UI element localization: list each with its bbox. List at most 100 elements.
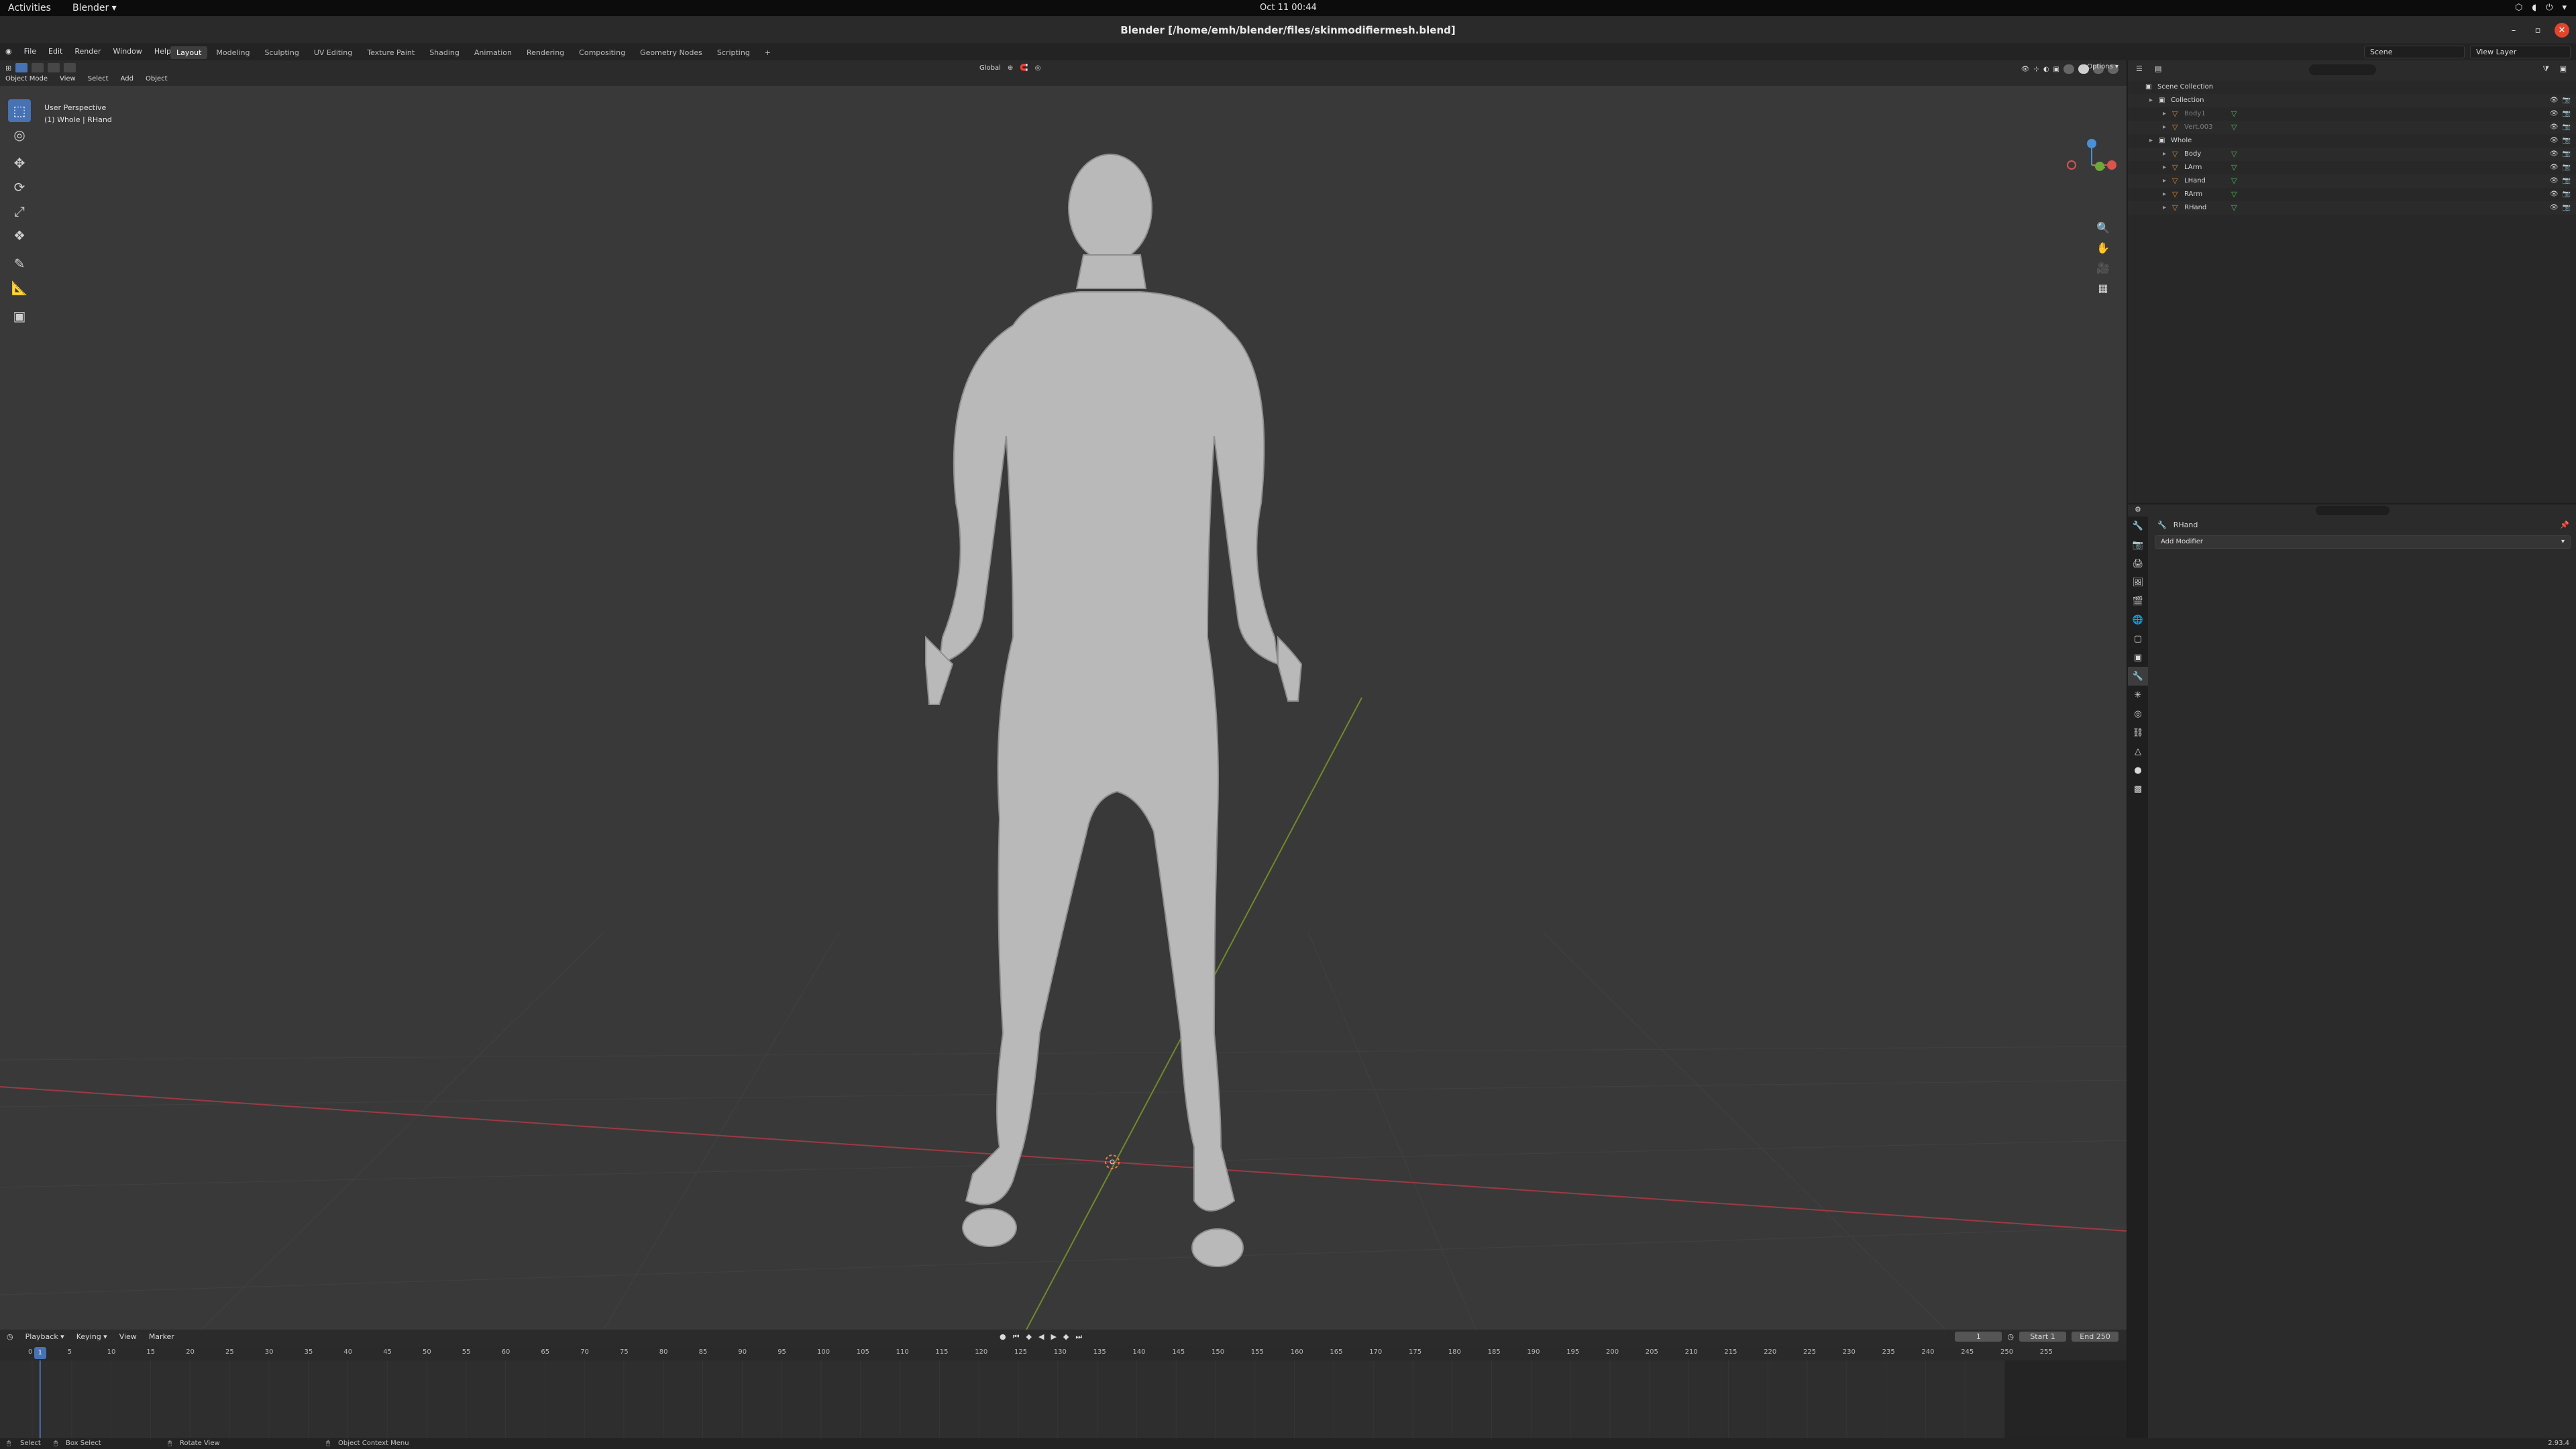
- options-dropdown[interactable]: Options ▾: [2087, 63, 2118, 70]
- ortho-grid-icon[interactable]: ▦: [2094, 279, 2112, 297]
- move-tool[interactable]: ✥: [8, 152, 31, 174]
- outliner-item-label[interactable]: Scene Collection: [2157, 80, 2213, 94]
- menu-file[interactable]: File: [24, 47, 36, 56]
- render-visibility-icon[interactable]: 📷: [2563, 188, 2571, 201]
- select-box-tool[interactable]: ⬚: [8, 99, 31, 122]
- viewport-menu-view[interactable]: View: [60, 75, 76, 83]
- measure-tool[interactable]: 📐: [8, 276, 31, 299]
- outliner-item-label[interactable]: Body1: [2184, 107, 2206, 121]
- menu-window[interactable]: Window: [113, 47, 142, 56]
- timeline-menu-marker[interactable]: Marker: [149, 1332, 174, 1341]
- tab-scripting[interactable]: Scripting: [711, 46, 756, 59]
- hide-viewport-icon[interactable]: 👁: [2550, 174, 2559, 188]
- new-collection-icon[interactable]: ▣: [2560, 64, 2567, 73]
- start-frame-field[interactable]: Start 1: [2019, 1332, 2066, 1342]
- timeline-menu-keying[interactable]: Keying ▾: [76, 1332, 107, 1341]
- tab-uv-editing[interactable]: UV Editing: [308, 46, 358, 59]
- tab-animation[interactable]: Animation: [468, 46, 518, 59]
- render-tab-icon[interactable]: 📷: [2128, 535, 2148, 554]
- tab-shading[interactable]: Shading: [423, 46, 466, 59]
- outliner[interactable]: ☰ ▤ ⧩ ▣ ▣ Scene Collection ▸ ▣ Collection 👁 📷 ▸…: [2128, 60, 2576, 503]
- outliner-row[interactable]: ▸ ▽ RArm ▽ 👁 📷: [2128, 188, 2576, 201]
- render-visibility-icon[interactable]: 📷: [2563, 148, 2571, 161]
- xray-toggle-icon[interactable]: ▣: [2053, 66, 2059, 73]
- pivot-icon[interactable]: ⊕: [1008, 64, 1013, 72]
- tab-compositing[interactable]: Compositing: [573, 46, 631, 59]
- system-tray[interactable]: ⬡ ◖ ⏻ ▾: [2515, 3, 2567, 13]
- properties-editor-icon[interactable]: ⚙: [2135, 505, 2141, 514]
- object-tab-icon[interactable]: ▣: [2128, 648, 2148, 667]
- play-icon[interactable]: ▶: [1051, 1332, 1056, 1342]
- timeline-menu-playback[interactable]: Playback ▾: [25, 1332, 64, 1341]
- menu-edit[interactable]: Edit: [48, 47, 62, 56]
- filter-icon[interactable]: ⧩: [2542, 64, 2549, 74]
- render-visibility-icon[interactable]: 📷: [2563, 107, 2571, 121]
- expand-toggle-icon[interactable]: ▸: [2163, 148, 2166, 161]
- object-mode-dropdown[interactable]: Object Mode: [5, 75, 48, 83]
- camera-view-icon[interactable]: 🎥: [2094, 259, 2112, 276]
- scene-tab-icon[interactable]: 🎬: [2128, 592, 2148, 610]
- hide-viewport-icon[interactable]: 👁: [2550, 161, 2559, 174]
- hide-viewport-icon[interactable]: 👁: [2550, 188, 2559, 201]
- next-keyframe-icon[interactable]: ◆: [1063, 1332, 1069, 1342]
- display-mode-icon[interactable]: ▤: [2155, 64, 2161, 73]
- timeline-editor-type-icon[interactable]: ◷: [7, 1332, 13, 1341]
- render-visibility-icon[interactable]: 📷: [2563, 94, 2571, 107]
- tab-modeling[interactable]: Modeling: [210, 46, 256, 59]
- zoom-icon[interactable]: 🔍: [2094, 219, 2112, 236]
- hide-viewport-icon[interactable]: 👁: [2550, 94, 2559, 107]
- select-extend-button[interactable]: [32, 63, 44, 72]
- outliner-item-label[interactable]: RArm: [2184, 188, 2202, 201]
- end-frame-field[interactable]: End 250: [2072, 1332, 2118, 1342]
- output-tab-icon[interactable]: 🖨: [2128, 554, 2148, 573]
- particles-tab-icon[interactable]: ✳: [2128, 686, 2148, 704]
- blender-logo-icon[interactable]: ◉: [5, 47, 12, 56]
- expand-toggle-icon[interactable]: ▸: [2163, 174, 2166, 188]
- hide-viewport-icon[interactable]: 👁: [2550, 107, 2559, 121]
- timeline-editor[interactable]: ◷ Playback ▾ Keying ▾ View Marker ● ⏮ ◆ ◀ ▶…: [0, 1330, 2127, 1438]
- viewport-canvas[interactable]: [0, 60, 2127, 1330]
- expand-toggle-icon[interactable]: ▸: [2163, 107, 2166, 121]
- add-cube-tool[interactable]: ▣: [8, 305, 31, 327]
- hide-viewport-icon[interactable]: 👁: [2550, 148, 2559, 161]
- outliner-row[interactable]: ▸ ▽ LHand ▽ 👁 📷: [2128, 174, 2576, 188]
- outliner-item-label[interactable]: Vert.003: [2184, 121, 2213, 134]
- outliner-row[interactable]: ▸ ▽ Vert.003 ▽ 👁 📷: [2128, 121, 2576, 134]
- tab-sculpting[interactable]: Sculpting: [258, 46, 305, 59]
- jump-end-icon[interactable]: ⏭: [1075, 1332, 1082, 1342]
- outliner-row[interactable]: ▸ ▣ Collection 👁 📷: [2128, 94, 2576, 107]
- viewport-menu-select[interactable]: Select: [88, 75, 109, 83]
- viewport-menu-object[interactable]: Object: [146, 75, 168, 83]
- data-tab-icon[interactable]: △: [2128, 742, 2148, 761]
- rotate-tool[interactable]: ⟳: [8, 176, 31, 199]
- hide-viewport-icon[interactable]: 👁: [2550, 134, 2559, 148]
- outliner-row[interactable]: ▸ ▽ LArm ▽ 👁 📷: [2128, 161, 2576, 174]
- outliner-item-label[interactable]: LHand: [2184, 174, 2206, 188]
- maximize-button[interactable]: ▫: [2530, 23, 2545, 38]
- expand-toggle-icon[interactable]: ▸: [2149, 134, 2153, 148]
- render-visibility-icon[interactable]: 📷: [2563, 134, 2571, 148]
- texture-tab-icon[interactable]: ▩: [2128, 780, 2148, 798]
- overlay-toggle-icon[interactable]: ◐: [2043, 66, 2049, 73]
- view-layer-selector[interactable]: View Layer: [2470, 46, 2571, 58]
- outliner-item-label[interactable]: Whole: [2171, 134, 2192, 148]
- editor-type-icon[interactable]: ⊞: [5, 64, 11, 72]
- render-visibility-icon[interactable]: 📷: [2563, 121, 2571, 134]
- physics-tab-icon[interactable]: ◎: [2128, 704, 2148, 723]
- orientation-dropdown[interactable]: Global: [979, 64, 1001, 72]
- clock[interactable]: Oct 11 00:44: [1260, 3, 1317, 13]
- jump-start-icon[interactable]: ⏮: [1013, 1332, 1020, 1342]
- proportional-edit-icon[interactable]: ◎: [1035, 64, 1041, 72]
- playhead-marker[interactable]: 1: [34, 1347, 46, 1359]
- snap-icon[interactable]: 🧲: [1020, 64, 1028, 72]
- scale-tool[interactable]: ⤢: [8, 200, 31, 223]
- material-tab-icon[interactable]: ●: [2128, 761, 2148, 780]
- tool-tab-icon[interactable]: 🔧: [2128, 517, 2148, 535]
- world-tab-icon[interactable]: 🌐: [2128, 610, 2148, 629]
- menu-render[interactable]: Render: [74, 47, 101, 56]
- play-reverse-icon[interactable]: ◀: [1038, 1332, 1044, 1342]
- outliner-item-label[interactable]: LArm: [2184, 161, 2202, 174]
- hide-viewport-icon[interactable]: 👁: [2550, 201, 2559, 215]
- add-modifier-dropdown[interactable]: Add Modifier ▾: [2155, 535, 2571, 549]
- minimize-button[interactable]: –: [2506, 23, 2521, 38]
